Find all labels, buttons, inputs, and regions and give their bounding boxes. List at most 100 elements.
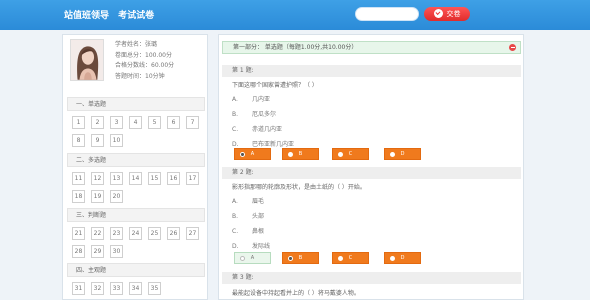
radio-icon — [390, 256, 395, 261]
answer-choice-a[interactable]: A — [234, 148, 271, 160]
question-number-button[interactable]: 29 — [91, 245, 104, 258]
question-number-button[interactable]: 17 — [186, 172, 199, 185]
question-number-button[interactable]: 23 — [110, 227, 123, 240]
option-row: B. 头部 — [232, 211, 264, 220]
answer-sheet-panel: 学者姓名：张璐 卷面总分：100.00分 合格分数线：60.00分 答题时间：1… — [62, 34, 208, 300]
question-number-button[interactable]: 28 — [72, 245, 85, 258]
choice-label: A — [250, 151, 255, 157]
question-number-button[interactable]: 4 — [129, 116, 142, 129]
section-title: 四、主观题 — [67, 263, 205, 277]
section-subjective: 四、主观题 31 32 33 34 35 — [67, 263, 205, 295]
option-text: 厄瓜多尔 — [252, 111, 277, 118]
question-number-button[interactable]: 32 — [91, 282, 104, 295]
answer-choice-d[interactable]: D — [384, 148, 421, 160]
question-number-button[interactable]: 34 — [129, 282, 142, 295]
top-bar: 站值班领导 考试试卷 交卷 — [0, 0, 590, 30]
exam-duration: 答题时间：10分钟 — [115, 72, 165, 80]
submit-label: 交卷 — [446, 10, 461, 18]
option-text: 头部 — [252, 213, 265, 220]
question-text: 最能起设备中持起看并上的（ ）将马戴婆人物。 — [232, 290, 360, 297]
option-letter: B. — [232, 111, 239, 118]
question-number-button[interactable]: 27 — [186, 227, 199, 240]
question-number-button[interactable]: 12 — [91, 172, 104, 185]
question-number-button[interactable]: 3 — [110, 116, 123, 129]
answer-choice-b[interactable]: B — [282, 252, 319, 264]
check-icon — [433, 9, 443, 18]
section-true-false: 三、判断题 21 22 23 24 25 26 27 28 29 30 — [67, 208, 205, 258]
option-row: A. 几内亚 — [232, 94, 270, 103]
section-title: 三、判断题 — [67, 208, 205, 222]
submit-exam-button[interactable]: 交卷 — [424, 7, 470, 21]
radio-icon — [338, 256, 343, 261]
radio-icon — [390, 152, 395, 157]
avatar — [70, 39, 104, 81]
question-number-button[interactable]: 30 — [110, 245, 123, 258]
answer-choice-a[interactable]: A — [234, 252, 271, 264]
option-letter: D. — [232, 141, 239, 148]
question-header: 第 2 题: — [222, 167, 521, 179]
part-header: 第一部分： 单选题（每题1.00分,共10.00分） — [222, 41, 521, 54]
option-row: D. 发际线 — [232, 241, 270, 250]
question-panel: 第一部分： 单选题（每题1.00分,共10.00分） 第 1 题: 下面这哪个国… — [218, 34, 524, 300]
question-number-button[interactable]: 9 — [91, 134, 104, 147]
question-number-button[interactable]: 35 — [148, 282, 161, 295]
option-row: C. 赤道几内亚 — [232, 124, 282, 133]
option-text: 发际线 — [252, 243, 271, 250]
section-title: 一、单选题 — [67, 97, 205, 111]
question-number-button[interactable]: 26 — [167, 227, 180, 240]
option-text: 巴布亚新几内亚 — [252, 141, 295, 148]
question-number-button[interactable]: 14 — [129, 172, 142, 185]
option-letter: A. — [232, 96, 238, 103]
radio-icon — [288, 152, 293, 157]
choice-label: D — [400, 151, 405, 157]
choice-label: C — [348, 151, 353, 157]
question-number-button[interactable]: 5 — [148, 116, 161, 129]
question-number-button[interactable]: 31 — [72, 282, 85, 295]
option-row: B. 厄瓜多尔 — [232, 109, 276, 118]
answer-choice-b[interactable]: B — [282, 148, 319, 160]
section-title: 二、多选题 — [67, 153, 205, 167]
question-number-button[interactable]: 8 — [72, 134, 85, 147]
question-number-button[interactable]: 16 — [167, 172, 180, 185]
option-text: 赤道几内亚 — [252, 126, 283, 133]
radio-icon — [338, 152, 343, 157]
option-text: 眉毛 — [252, 198, 265, 205]
exam-total-score: 卷面总分：100.00分 — [115, 51, 172, 59]
choice-label: B — [298, 151, 303, 157]
exam-pass-score: 合格分数线：60.00分 — [115, 62, 175, 69]
examinee-name: 学者姓名：张璐 — [115, 41, 158, 48]
question-number-button[interactable]: 2 — [91, 116, 104, 129]
question-number-button[interactable]: 18 — [72, 190, 85, 203]
collapse-icon[interactable] — [509, 44, 516, 51]
search-input[interactable] — [355, 7, 419, 21]
radio-icon — [288, 256, 293, 261]
option-letter: D. — [232, 243, 239, 250]
question-text: 影形指那哪的轮廓及形状，是由土纸的（ ）开始。 — [232, 184, 366, 191]
brand-label: 站值班领导 — [64, 11, 110, 21]
choice-label: D — [400, 255, 405, 261]
question-number-button[interactable]: 20 — [110, 190, 123, 203]
answer-choice-d[interactable]: D — [384, 252, 421, 264]
question-number-button[interactable]: 6 — [167, 116, 180, 129]
question-number-button[interactable]: 24 — [129, 227, 142, 240]
question-number-button[interactable]: 13 — [110, 172, 123, 185]
question-number-button[interactable]: 25 — [148, 227, 161, 240]
option-letter: B. — [232, 213, 239, 220]
option-row: C. 鼻根 — [232, 226, 264, 235]
question-number-button[interactable]: 19 — [91, 190, 104, 203]
option-row: A. 眉毛 — [232, 196, 264, 205]
question-number-button[interactable]: 7 — [186, 116, 199, 129]
exam-title: 考试试卷 — [118, 11, 155, 21]
question-header: 第 1 题: — [222, 65, 521, 77]
question-number-button[interactable]: 11 — [72, 172, 85, 185]
choice-label: A — [250, 255, 255, 261]
question-header: 第 3 题: — [222, 272, 521, 284]
question-number-button[interactable]: 1 — [72, 116, 85, 129]
question-number-button[interactable]: 10 — [110, 134, 123, 147]
answer-choice-c[interactable]: C — [332, 148, 369, 160]
question-number-button[interactable]: 22 — [91, 227, 104, 240]
question-number-button[interactable]: 33 — [110, 282, 123, 295]
answer-choice-c[interactable]: C — [332, 252, 369, 264]
question-number-button[interactable]: 21 — [72, 227, 85, 240]
question-number-button[interactable]: 15 — [148, 172, 161, 185]
